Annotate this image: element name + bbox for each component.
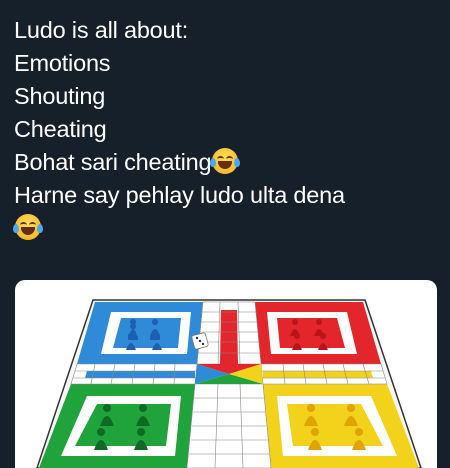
post-text: Ludo is all about: Emotions Shouting Che… [13, 14, 440, 245]
die-icon [191, 332, 209, 350]
ludo-board-image[interactable] [15, 280, 437, 468]
blue-lane [85, 371, 195, 378]
red-lane [220, 310, 238, 364]
post-line-4: Cheating [14, 116, 107, 142]
post-line-2: Emotions [14, 50, 111, 76]
post-line-6: Harne say pehlay ludo ulta dena [14, 182, 345, 208]
red-home-core [277, 318, 345, 348]
ludo-board-illustration [36, 299, 422, 468]
blue-home-core [113, 318, 181, 348]
yellow-lane [263, 371, 373, 378]
post-line-5-wrap: Bohat sari cheating [14, 146, 440, 179]
post-line-1: Ludo is all about: [14, 17, 189, 43]
post-line-3: Shouting [14, 83, 106, 109]
laughing-tears-emoji-icon [13, 214, 43, 240]
post-line-5: Bohat sari cheating [14, 149, 212, 175]
laughing-tears-emoji-icon [210, 148, 241, 174]
post-line-7-emoji [13, 212, 440, 245]
